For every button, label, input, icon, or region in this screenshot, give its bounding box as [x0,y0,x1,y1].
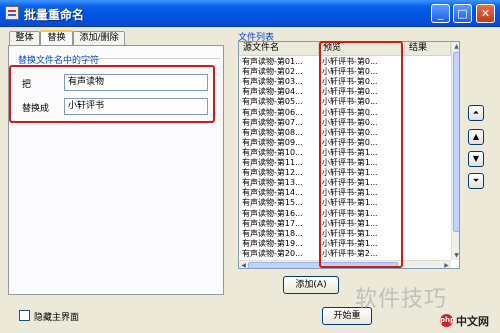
php-logo-icon: php [440,314,455,327]
source-filename-cell: 有声读物-第11... [242,158,303,167]
watermark-text: 软件技巧 [355,287,448,312]
batch-rename-window: 批量重命名 _ □ ✕ 整体 替换 添加/删除 替换文件名中的字符 把 有声读物… [0,0,500,333]
result-cell [405,198,451,208]
maximize-button[interactable]: □ [453,4,472,23]
source-filename-cell: 有声读物-第07... [242,117,303,127]
result-cell [405,229,451,239]
scroll-right-icon[interactable]: ▶ [442,261,451,268]
result-cell [405,97,451,107]
source-filename-cell: 有声读物-第17... [242,218,303,228]
source-filename-cell: 有声读物-第18... [242,228,303,238]
result-cell [405,87,451,97]
result-cell [405,128,451,138]
result-cell [405,219,451,229]
tab-overall[interactable]: 整体 [9,31,40,45]
window-title: 批量重命名 [24,8,85,22]
result-cell [405,67,451,77]
hide-main-checkbox[interactable] [19,310,30,321]
move-up-button[interactable]: ▲ [468,129,484,145]
result-cell [405,168,451,178]
result-cell [405,178,451,188]
move-down-icon: ▼ [472,154,480,163]
tab-replace[interactable]: 替换 [40,30,73,46]
source-filename-cell: 有声读物-第04... [242,87,303,97]
find-label: 把 [22,80,32,90]
replace-with-label: 替换成 [22,104,50,114]
move-to-top-button[interactable]: ⏶ [468,105,484,121]
source-filename-cell: 有声读物-第14... [242,188,303,198]
hide-main-label: 隐藏主界面 [34,313,80,323]
vertical-scrollbar[interactable]: ▲ ▼ [451,42,459,260]
result-cell [405,57,451,67]
move-up-icon: ▲ [472,132,480,141]
highlight-box-preview-column [319,41,403,268]
move-down-button[interactable]: ▼ [468,151,484,167]
source-filename-cell: 有声读物-第09... [242,137,303,147]
close-button[interactable]: ✕ [476,4,495,23]
column-header-source[interactable]: 源文件名 [239,42,319,56]
result-cell [405,138,451,148]
app-icon [5,6,19,20]
add-button[interactable]: 添加(A) [283,276,339,294]
scroll-left-icon[interactable]: ◀ [239,261,248,268]
source-filename-cell: 有声读物-第19... [242,238,303,248]
source-filename-cell: 有声读物-第15... [242,198,303,208]
source-filename-cell: 有声读物-第12... [242,168,303,178]
scroll-up-icon[interactable]: ▲ [452,42,459,51]
result-cell [405,249,451,259]
vertical-scroll-thumb[interactable] [453,52,459,232]
replace-with-input[interactable]: 小轩评书 [64,98,208,115]
group-divider [80,58,220,59]
source-filename-cell: 有声读物-第01... [242,57,303,66]
logo-text: 中文网 [456,315,489,328]
source-filename-cell: 有声读物-第16... [242,208,303,218]
move-to-bottom-icon: ⏷ [472,176,480,185]
source-filename-cell: 有声读物-第08... [242,127,303,137]
result-cell [405,108,451,118]
minimize-button[interactable]: _ [431,4,450,23]
result-cell [405,188,451,198]
tab-add-delete[interactable]: 添加/删除 [73,31,125,45]
source-filename-cell: 有声读物-第02... [242,67,303,77]
column-header-result[interactable]: 结果 [405,42,451,56]
source-filename-cell: 有声读物-第13... [242,178,303,188]
find-input[interactable]: 有声读物 [64,74,208,91]
source-filename-cell: 有声读物-第05... [242,97,303,107]
move-to-bottom-button[interactable]: ⏷ [468,173,484,189]
source-filename-cell: 有声读物-第20... [242,248,303,258]
source-filename-cell: 有声读物-第10... [242,147,303,157]
move-to-top-icon: ⏶ [472,108,480,117]
result-cell [405,158,451,168]
result-cell [405,118,451,128]
result-cell [405,77,451,87]
source-filename-cell: 有声读物-第03... [242,77,303,87]
title-bar[interactable]: 批量重命名 _ □ ✕ [0,0,500,27]
result-cell [405,148,451,158]
scroll-down-icon[interactable]: ▼ [452,251,459,260]
result-cell [405,239,451,249]
source-filename-cell: 有声读物-第06... [242,107,303,117]
result-cell [405,209,451,219]
